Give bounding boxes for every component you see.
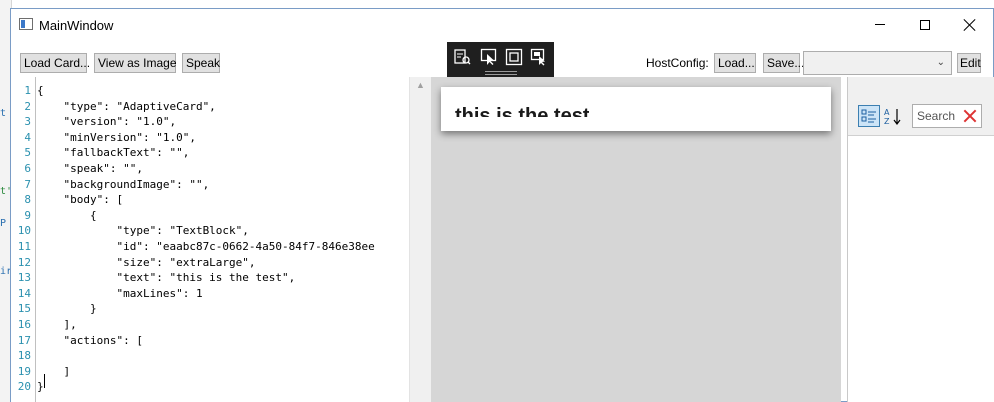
hostconfig-save-button[interactable]: Save... xyxy=(763,53,804,73)
line-number: 11 xyxy=(17,240,31,253)
edit-button[interactable]: Edit xyxy=(957,53,981,73)
alphabetical-sort-button[interactable]: AZ xyxy=(882,105,904,127)
gutter-divider xyxy=(35,77,36,402)
property-search-input[interactable] xyxy=(917,109,961,123)
code-text: "fallbackText": "", xyxy=(37,146,190,160)
line-number: 1 xyxy=(24,84,31,97)
code-text: "id": "eaabc87c-0662-4a50-84f7-846e38ee xyxy=(37,240,375,253)
app-window-icon xyxy=(19,18,33,30)
chevron-down-icon: ⌄ xyxy=(936,57,945,68)
line-number: 6 xyxy=(24,162,31,175)
line-number: 19 xyxy=(17,364,31,378)
line-number: 8 xyxy=(24,193,31,207)
code-text: "maxLines": 1 xyxy=(37,286,203,300)
code-text: } xyxy=(37,380,44,394)
sort-az-icon: AZ xyxy=(884,108,901,126)
code-text: } xyxy=(37,302,97,316)
view-as-image-button[interactable]: View as Image xyxy=(94,53,177,73)
line-number: 18 xyxy=(17,349,31,363)
code-text: { xyxy=(37,84,44,97)
line-number: 15 xyxy=(17,302,31,316)
code-text: ], xyxy=(37,318,77,331)
editor-scrollbar[interactable]: ▲ xyxy=(409,77,431,402)
card-preview-panel: this is the test xyxy=(431,77,841,402)
track-focused-element-icon[interactable] xyxy=(530,48,548,66)
display-layout-adorners-icon[interactable] xyxy=(505,48,523,66)
load-card-button[interactable]: Load Card... xyxy=(20,53,90,73)
line-number: 7 xyxy=(24,177,31,191)
svg-text:A: A xyxy=(884,108,890,117)
debug-toolbar xyxy=(447,42,554,79)
json-editor[interactable]: 1 {2 "type": "AdaptiveCard", 3 "version": … xyxy=(11,77,409,402)
line-number: 3 xyxy=(24,115,31,129)
line-number: 2 xyxy=(24,99,31,113)
code-text: "body": [ xyxy=(37,193,124,207)
select-element-icon[interactable] xyxy=(480,48,498,66)
hostconfig-label: HostConfig: xyxy=(646,56,709,70)
line-number: 4 xyxy=(24,130,31,144)
hostconfig-select[interactable]: ⌄ xyxy=(803,51,952,75)
line-number: 9 xyxy=(24,208,31,222)
minimize-icon xyxy=(875,24,885,25)
line-number: 17 xyxy=(17,333,31,347)
minimize-button[interactable] xyxy=(857,9,903,40)
code-text: "version": "1.0", xyxy=(37,115,177,129)
maximize-button[interactable] xyxy=(902,9,948,40)
close-button[interactable] xyxy=(947,9,993,40)
line-number: 14 xyxy=(17,286,31,300)
code-text: ] xyxy=(37,364,71,378)
background-code-fragment: P xyxy=(0,218,7,229)
drag-grip-handle[interactable] xyxy=(485,71,517,75)
svg-text:Z: Z xyxy=(884,117,890,126)
scroll-up-icon[interactable]: ▲ xyxy=(416,80,425,90)
speak-button[interactable]: Speak xyxy=(182,53,220,73)
text-caret xyxy=(44,374,45,388)
code-text: "minVersion": "1.0", xyxy=(37,130,196,144)
clear-search-icon[interactable] xyxy=(963,109,977,123)
property-list xyxy=(848,135,994,402)
code-text: { xyxy=(37,208,97,222)
title-bar[interactable]: MainWindow xyxy=(11,9,993,40)
close-icon xyxy=(964,19,976,31)
line-number: 13 xyxy=(17,271,31,285)
code-text: "speak": "", xyxy=(37,162,143,175)
property-grid: AZ xyxy=(847,77,994,402)
main-window: MainWindow Load Card... View as Image Sp… xyxy=(10,8,994,402)
line-number: 20 xyxy=(17,380,31,394)
background-code-fragment: t xyxy=(0,108,7,119)
line-number: 12 xyxy=(17,255,31,269)
code-text: "type": "AdaptiveCard", xyxy=(37,99,216,113)
code-text: "text": "this is the test", xyxy=(37,271,296,285)
line-number: 5 xyxy=(24,146,31,160)
code-text: "size": "extraLarge", xyxy=(37,255,256,269)
window-title: MainWindow xyxy=(39,18,114,33)
code-text: "type": "TextBlock", xyxy=(37,224,249,238)
live-visual-tree-icon[interactable] xyxy=(453,48,471,66)
card-textblock: this is the test xyxy=(455,105,590,117)
code-text: "actions": [ xyxy=(37,333,143,347)
adaptive-card[interactable]: this is the test xyxy=(441,87,831,131)
line-number: 10 xyxy=(17,224,31,238)
categorized-icon xyxy=(861,109,876,123)
property-search-box[interactable] xyxy=(912,104,982,128)
line-number: 16 xyxy=(17,318,31,331)
code-text: "backgroundImage": "", xyxy=(37,177,210,191)
categorized-view-button[interactable] xyxy=(858,105,880,127)
maximize-icon xyxy=(920,19,930,30)
hostconfig-load-button[interactable]: Load... xyxy=(714,53,756,73)
